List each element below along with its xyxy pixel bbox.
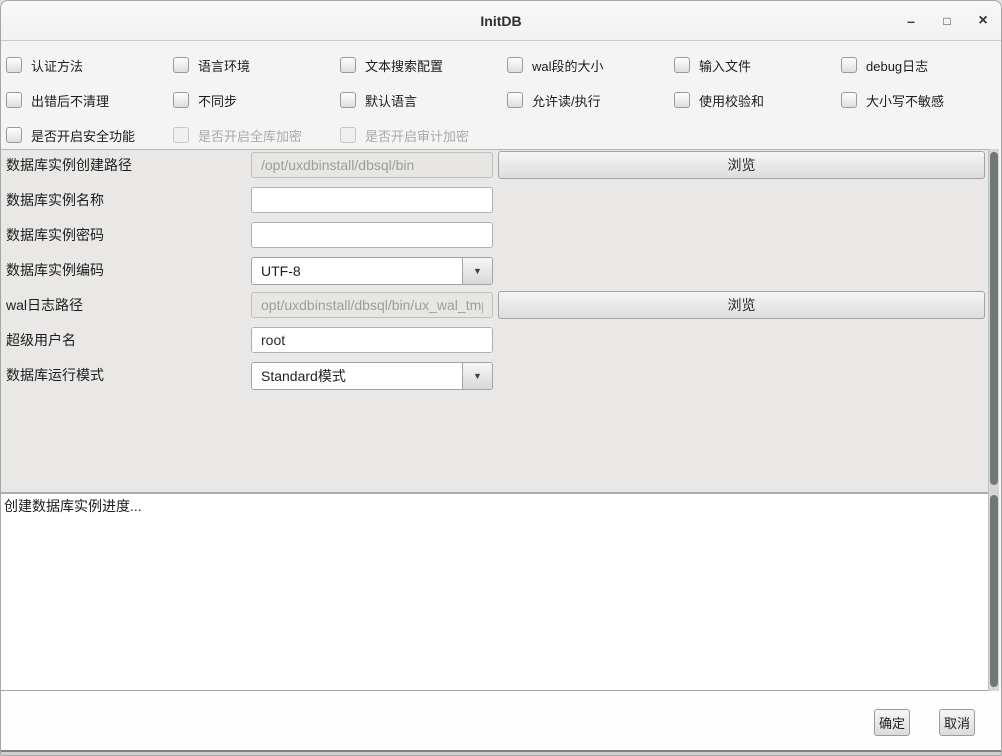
checkbox-case-insensitive[interactable]: 大小写不敏感 [841,91,944,109]
checkbox-label: 出错后不清理 [31,91,109,110]
window-controls: – □ × [899,1,995,41]
checkbox-locale[interactable]: 语言环境 [173,56,250,74]
checkbox-label: wal段的大小 [532,56,604,75]
dropdown-arrow-button[interactable]: ▼ [462,363,492,389]
scrollbar-thumb-form[interactable] [990,152,998,485]
form-panel: 数据库实例创建路径 浏览 数据库实例名称 数据库实例密码 数据库实例编码 UTF… [1,149,988,494]
instance-encoding-label: 数据库实例编码 [6,257,104,283]
browse-wal-path-button[interactable]: 浏览 [498,291,985,319]
progress-output-panel[interactable]: 创建数据库实例进度... [1,494,988,691]
titlebar[interactable]: InitDB – □ × [1,1,1001,41]
checkbox-label: 输入文件 [699,56,751,75]
options-panel: 认证方法 语言环境 文本搜索配置 wal段的大小 输入文件 debug日志 出错… [1,41,1001,149]
checkbox-icon [6,127,22,143]
checkbox-no-sync[interactable]: 不同步 [173,91,237,109]
checkbox-audit-encryption: 是否开启审计加密 [340,126,469,144]
checkbox-icon [340,57,356,73]
checkbox-icon [173,57,189,73]
wal-path-label: wal日志路径 [6,292,83,318]
checkbox-icon [841,92,857,108]
checkbox-label: debug日志 [866,56,928,75]
instance-password-label: 数据库实例密码 [6,222,104,248]
checkbox-auth-method[interactable]: 认证方法 [6,56,83,74]
run-mode-value: Standard模式 [252,363,462,389]
checkbox-label: 文本搜索配置 [365,56,443,75]
maximize-button[interactable]: □ [935,9,959,33]
dropdown-arrow-button[interactable]: ▼ [462,258,492,284]
close-button[interactable]: × [971,9,995,33]
maximize-icon: □ [943,14,950,28]
checkbox-label: 默认语言 [365,91,417,110]
minimize-button[interactable]: – [899,9,923,33]
instance-password-input[interactable] [251,222,493,248]
chevron-down-icon: ▼ [473,371,482,381]
checkbox-label: 使用校验和 [699,91,764,110]
run-mode-select[interactable]: Standard模式 ▼ [251,362,493,390]
browse-instance-path-button[interactable]: 浏览 [498,151,985,179]
checkbox-icon [507,92,523,108]
checkbox-debug-log[interactable]: debug日志 [841,56,928,74]
checkbox-label: 是否开启全库加密 [198,126,302,145]
checkbox-label: 是否开启安全功能 [31,126,135,145]
instance-encoding-select[interactable]: UTF-8 ▼ [251,257,493,285]
checkbox-label: 语言环境 [198,56,250,75]
footer-bar: 确定 取消 [1,691,1001,750]
vertical-scrollbar[interactable] [988,149,999,691]
checkbox-label: 不同步 [198,91,237,110]
checkbox-icon [674,57,690,73]
checkbox-label: 允许读/执行 [532,91,601,110]
checkbox-icon [340,127,356,143]
instance-name-input[interactable] [251,187,493,213]
progress-text: 创建数据库实例进度... [4,496,142,516]
chevron-down-icon: ▼ [473,266,482,276]
wal-path-input [251,292,493,318]
checkbox-icon [173,127,189,143]
checkbox-icon [173,92,189,108]
scrollbar-thumb-progress[interactable] [990,495,998,687]
checkbox-no-clean-on-error[interactable]: 出错后不清理 [6,91,109,109]
window-bottom-edge [1,750,1001,756]
checkbox-icon [841,57,857,73]
checkbox-text-search-config[interactable]: 文本搜索配置 [340,56,443,74]
instance-path-label: 数据库实例创建路径 [6,152,132,178]
checkbox-label: 大小写不敏感 [866,91,944,110]
checkbox-allow-read-exec[interactable]: 允许读/执行 [507,91,601,109]
checkbox-full-db-encryption: 是否开启全库加密 [173,126,302,144]
checkbox-icon [6,57,22,73]
run-mode-label: 数据库运行模式 [6,362,104,388]
superuser-label: 超级用户名 [6,327,76,353]
initdb-dialog: InitDB – □ × 认证方法 语言环境 文本搜索配置 wal段的大小 输入… [0,0,1002,756]
checkbox-use-checksum[interactable]: 使用校验和 [674,91,764,109]
instance-encoding-value: UTF-8 [252,258,462,284]
checkbox-label: 认证方法 [31,56,83,75]
checkbox-icon [507,57,523,73]
checkbox-default-language[interactable]: 默认语言 [340,91,417,109]
minimize-icon: – [907,13,915,29]
checkbox-enable-security[interactable]: 是否开启安全功能 [6,126,135,144]
close-icon: × [978,12,987,30]
ok-button[interactable]: 确定 [874,709,910,736]
instance-path-input [251,152,493,178]
checkbox-icon [6,92,22,108]
checkbox-icon [674,92,690,108]
superuser-input[interactable] [251,327,493,353]
checkbox-wal-segment-size[interactable]: wal段的大小 [507,56,604,74]
instance-name-label: 数据库实例名称 [6,187,104,213]
checkbox-label: 是否开启审计加密 [365,126,469,145]
checkbox-icon [340,92,356,108]
cancel-button[interactable]: 取消 [939,709,975,736]
window-title: InitDB [1,1,1001,41]
checkbox-input-file[interactable]: 输入文件 [674,56,751,74]
